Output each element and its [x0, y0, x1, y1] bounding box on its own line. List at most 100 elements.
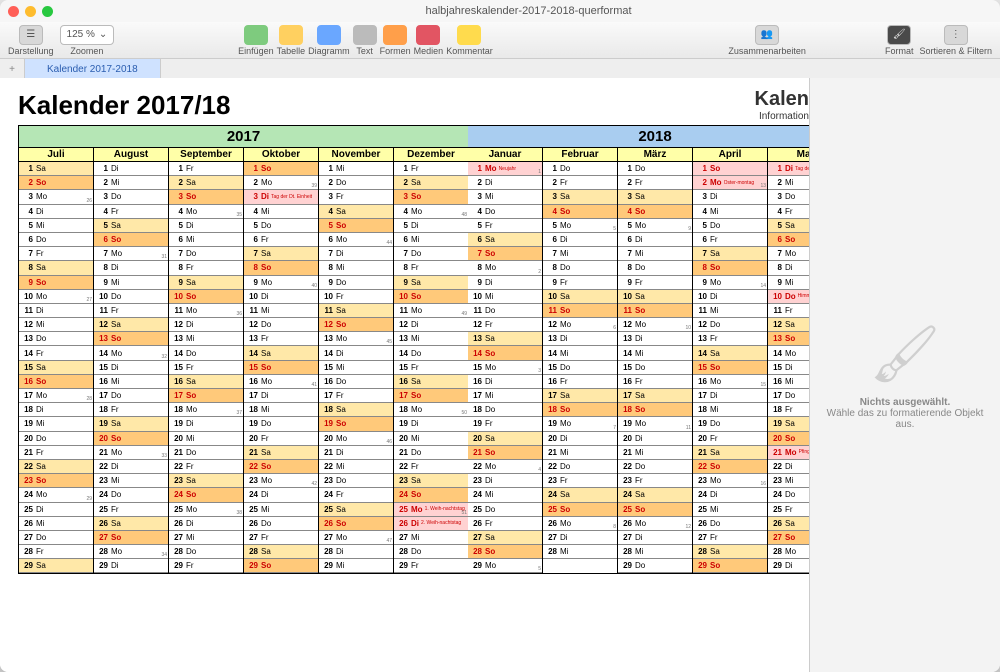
day-cell[interactable]: 11Mo49	[394, 304, 468, 318]
day-cell[interactable]: 22So	[244, 460, 318, 474]
day-cell[interactable]: 14Mo32	[94, 346, 168, 360]
day-cell[interactable]: 15Do	[543, 361, 617, 375]
day-cell[interactable]: 7Mo31	[94, 247, 168, 261]
zoom-select[interactable]: 125 %⌄ Zoomen	[60, 25, 115, 56]
day-cell[interactable]: 5Mi	[19, 219, 93, 233]
day-cell[interactable]: 21Do	[394, 446, 468, 460]
day-cell[interactable]: 16Fr	[618, 375, 692, 389]
day-cell[interactable]: 16Mi	[768, 375, 809, 389]
day-cell[interactable]: 1Do	[543, 162, 617, 176]
day-cell[interactable]: 10So	[169, 290, 243, 304]
day-cell[interactable]: 24Sa	[543, 488, 617, 502]
day-cell[interactable]: 11So	[618, 304, 692, 318]
day-cell[interactable]: 3Mi	[468, 190, 542, 204]
day-cell[interactable]: 17Fr	[319, 389, 393, 403]
day-cell[interactable]: 18Mo37	[169, 403, 243, 417]
day-cell[interactable]: 19Mo7	[543, 417, 617, 431]
day-cell[interactable]: 13Di	[543, 332, 617, 346]
toolbar-diagramm-button[interactable]: Diagramm	[308, 25, 350, 56]
toolbar-text-button[interactable]: Text	[353, 25, 377, 56]
day-cell[interactable]: 17Sa	[618, 389, 692, 403]
day-cell[interactable]: 18Fr	[94, 403, 168, 417]
toolbar-kommentar-button[interactable]: Kommentar	[446, 25, 493, 56]
day-cell[interactable]: 1So	[693, 162, 767, 176]
day-cell[interactable]: 10Sa	[618, 290, 692, 304]
day-cell[interactable]: 28Fr	[19, 545, 93, 559]
day-cell[interactable]: 16So	[19, 375, 93, 389]
day-cell[interactable]: 3So	[394, 190, 468, 204]
day-cell[interactable]: 24Fr	[319, 488, 393, 502]
day-cell[interactable]: 23Fr	[543, 474, 617, 488]
day-cell[interactable]: 5Di	[169, 219, 243, 233]
day-cell[interactable]: 2Sa	[394, 176, 468, 190]
day-cell[interactable]: 1Fr	[169, 162, 243, 176]
day-cell[interactable]: 26Do	[244, 517, 318, 531]
day-cell[interactable]: 12Do	[693, 318, 767, 332]
day-cell[interactable]: 29Mo5	[468, 559, 542, 573]
zoom-icon[interactable]	[42, 6, 53, 17]
day-cell[interactable]: 8Fr	[169, 261, 243, 275]
day-cell[interactable]: 6Sa	[468, 233, 542, 247]
day-cell[interactable]: 8Do	[618, 261, 692, 275]
day-cell[interactable]: 10Do	[94, 290, 168, 304]
day-cell[interactable]: 9Fr	[543, 276, 617, 290]
day-cell[interactable]: 19Do	[244, 417, 318, 431]
day-cell[interactable]: 20Sa	[468, 432, 542, 446]
day-cell[interactable]: 8Do	[543, 261, 617, 275]
day-cell[interactable]: 1MoNeujahr1	[468, 162, 542, 176]
day-cell[interactable]: 26Di2. Weih-nachtstag	[394, 517, 468, 531]
day-cell[interactable]: 9So	[19, 276, 93, 290]
day-cell[interactable]: 15Do	[618, 361, 692, 375]
day-cell[interactable]: 29Fr	[169, 559, 243, 573]
day-cell[interactable]: 12Fr	[468, 318, 542, 332]
day-cell[interactable]: 13Do	[19, 332, 93, 346]
day-cell[interactable]: 21Sa	[693, 446, 767, 460]
day-cell[interactable]: 9Mo14	[693, 276, 767, 290]
day-cell[interactable]: 16Do	[319, 375, 393, 389]
day-cell[interactable]: 27Do	[19, 531, 93, 545]
day-cell[interactable]: 25Di	[19, 503, 93, 517]
day-cell[interactable]: 18So	[618, 403, 692, 417]
day-cell[interactable]: 9Do	[319, 276, 393, 290]
day-cell[interactable]: 27Fr	[693, 531, 767, 545]
day-cell[interactable]: 29Fr	[394, 559, 468, 573]
day-cell[interactable]: 17Mo28	[19, 389, 93, 403]
day-cell[interactable]: 16Mo15	[693, 375, 767, 389]
toolbar-tabelle-button[interactable]: Tabelle	[277, 25, 306, 56]
day-cell[interactable]: 26Mo8	[543, 517, 617, 531]
day-cell[interactable]: 20Mi	[169, 432, 243, 446]
day-cell[interactable]: 17So	[169, 389, 243, 403]
day-cell[interactable]: 29So	[693, 559, 767, 573]
day-cell[interactable]: 16Mi	[94, 375, 168, 389]
format-button[interactable]: 🖌Format	[885, 25, 914, 56]
day-cell[interactable]: 10Mi	[468, 290, 542, 304]
day-cell[interactable]: 29So	[244, 559, 318, 573]
day-cell[interactable]: 19Do	[693, 417, 767, 431]
day-cell[interactable]: 25Fr	[768, 503, 809, 517]
day-cell[interactable]: 28Do	[394, 545, 468, 559]
day-cell[interactable]: 13So	[768, 332, 809, 346]
day-cell[interactable]: 26Mo12	[618, 517, 692, 531]
day-cell[interactable]: 2Fr	[618, 176, 692, 190]
day-cell[interactable]: 3So	[169, 190, 243, 204]
view-button[interactable]: ☰Darstellung	[8, 25, 54, 56]
day-cell[interactable]: 4Sa	[319, 205, 393, 219]
day-cell[interactable]: 1DiTag der Arbeit	[768, 162, 809, 176]
day-cell[interactable]: 6Di	[543, 233, 617, 247]
day-cell[interactable]: 22Di	[94, 460, 168, 474]
day-cell[interactable]: 11Do	[468, 304, 542, 318]
day-cell[interactable]: 5So	[319, 219, 393, 233]
day-cell[interactable]: 29Di	[768, 559, 809, 573]
day-cell[interactable]: 1So	[244, 162, 318, 176]
day-cell[interactable]: 6Fr	[693, 233, 767, 247]
day-cell[interactable]: 16Fr	[543, 375, 617, 389]
day-cell[interactable]: 15So	[693, 361, 767, 375]
day-cell[interactable]: 25Fr	[94, 503, 168, 517]
sort-button[interactable]: ⋮Sortieren & Filtern	[919, 25, 992, 56]
day-cell[interactable]: 23Sa	[169, 474, 243, 488]
day-cell[interactable]: 7So	[468, 247, 542, 261]
day-cell[interactable]: 24Mo29	[19, 488, 93, 502]
day-cell[interactable]: 9Di	[468, 276, 542, 290]
day-cell[interactable]: 20Mo46	[319, 432, 393, 446]
day-cell[interactable]: 13Mo45	[319, 332, 393, 346]
